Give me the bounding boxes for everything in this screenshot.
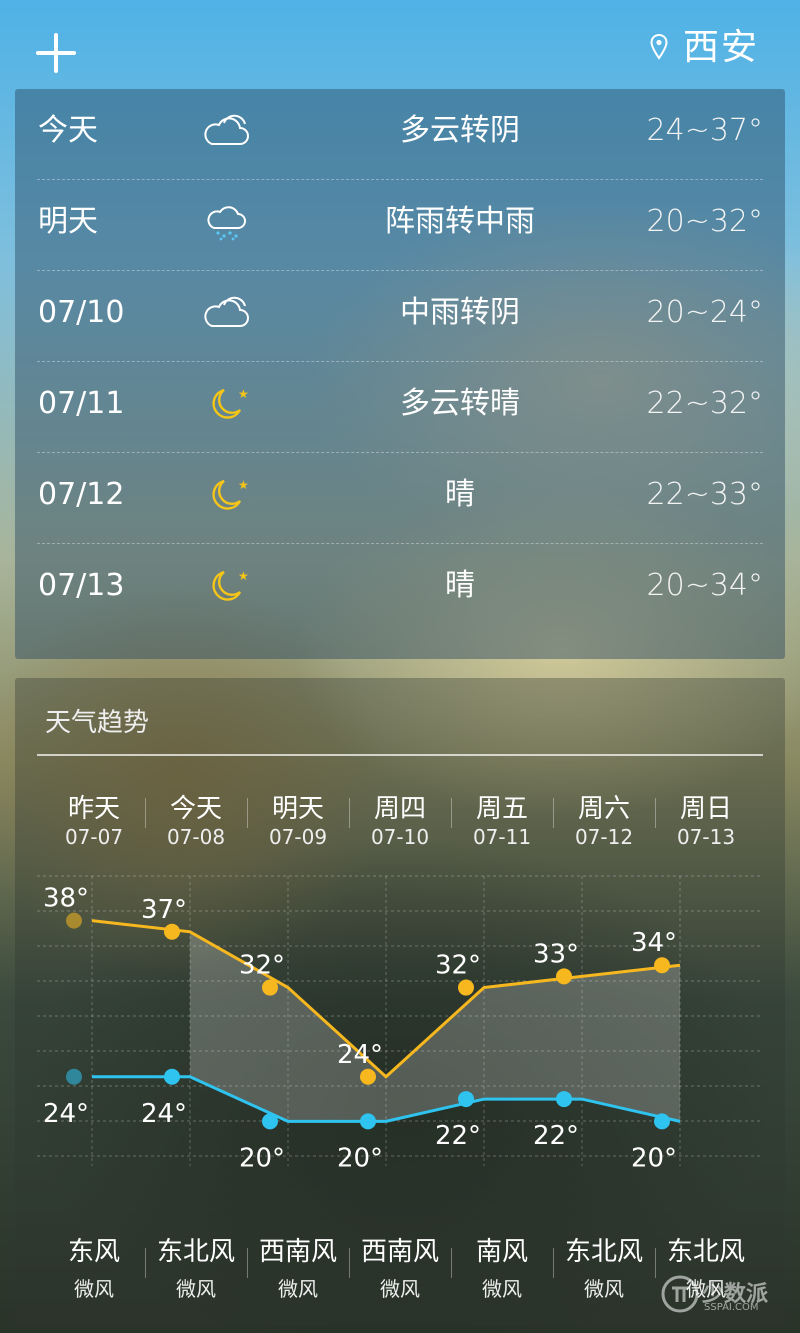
sspai-logo-icon [661, 1275, 699, 1313]
high-point [66, 912, 82, 929]
forecast-row[interactable]: 07/12 ★ 晴 22~33° [15, 453, 785, 544]
wind-direction: 东北风 [156, 1237, 235, 1267]
column-divider [553, 1248, 554, 1278]
svg-text:★: ★ [238, 387, 249, 401]
forecast-day: 07/13 [38, 568, 125, 603]
watermark-logo: 少数派 SSPAI.COM [660, 1274, 790, 1318]
low-temp-label: 20° [337, 1143, 383, 1173]
low-point [458, 1091, 474, 1108]
high-temp-label: 34° [631, 928, 677, 958]
moon-icon: ★ [212, 387, 249, 419]
high-point [360, 1068, 376, 1085]
wind-direction: 东北风 [564, 1237, 643, 1267]
column-divider [349, 1248, 350, 1278]
wind-level: 微风 [278, 1277, 318, 1301]
forecast-day: 07/11 [38, 386, 125, 421]
wind-level: 微风 [380, 1277, 420, 1301]
forecast-day: 今天 [38, 113, 98, 148]
low-point [66, 1068, 82, 1085]
forecast-row[interactable]: 今天 多云转阴 24~37° [15, 89, 785, 180]
low-point [556, 1091, 572, 1108]
low-point [262, 1113, 278, 1130]
wind-level: 微风 [482, 1277, 522, 1301]
forecast-temp: 24~37° [646, 113, 763, 148]
cloudy-icon [204, 296, 249, 327]
plus-icon[interactable] [36, 33, 76, 73]
forecast-row[interactable]: 07/11 ★ 多云转晴 22~32° [15, 362, 785, 453]
location-pin-icon [650, 34, 668, 60]
column-divider [247, 1248, 248, 1278]
low-point [164, 1068, 180, 1085]
forecast-desc: 晴 [445, 477, 475, 512]
low-temp-label: 22° [435, 1121, 481, 1151]
wind-direction: 南风 [475, 1237, 528, 1267]
forecast-day: 07/10 [38, 295, 125, 330]
column-divider [655, 1248, 656, 1278]
wind-direction: 东北风 [666, 1237, 745, 1267]
wind-direction: 西南风 [258, 1237, 337, 1267]
svg-text:★: ★ [238, 569, 249, 583]
forecast-row[interactable]: 07/13 ★ 晴 20~34° [15, 544, 785, 635]
forecast-desc: 中雨转阴 [400, 295, 520, 330]
low-point [360, 1113, 376, 1130]
forecast-temp: 20~32° [646, 204, 763, 239]
high-temp-label: 33° [533, 939, 579, 969]
forecast-temp: 20~24° [646, 295, 763, 330]
top-bar: 西安 [0, 0, 800, 90]
wind-direction: 西南风 [360, 1237, 439, 1267]
high-temp-label: 24° [337, 1040, 383, 1070]
moon-icon: ★ [212, 478, 249, 510]
low-temp-label: 20° [239, 1143, 285, 1173]
wind-level: 微风 [176, 1277, 216, 1301]
wind-direction: 东风 [67, 1237, 120, 1267]
high-point [262, 979, 278, 996]
forecast-desc: 多云转阴 [400, 113, 520, 148]
rain-icon [207, 206, 246, 241]
forecast-day: 07/12 [38, 477, 125, 512]
high-point [556, 968, 572, 985]
high-temp-label: 38° [43, 884, 89, 914]
forecast-temp: 22~33° [646, 477, 763, 512]
high-temp-label: 32° [239, 951, 285, 981]
temperature-trend-chart: 38° 37° 32° 24° 32° 33° 34° 24° 24° 20° 20° 22° 22° 2… [37, 875, 763, 1173]
forecast-row[interactable]: 明天 阵雨转中雨 20~32° [15, 180, 785, 271]
high-temp-label: 32° [435, 951, 481, 981]
low-temp-label: 24° [141, 1099, 187, 1129]
column-divider [145, 1248, 146, 1278]
forecast-desc: 晴 [445, 568, 475, 603]
trend-panel: 天气趋势 昨天 今天 明天 周四 周五 周六 周日 07-07 07-08 07… [15, 678, 785, 1326]
cloudy-icon [204, 114, 249, 145]
forecast-list: 今天 多云转阴 24~37° 明天 阵雨转中雨 20~32° 07/10 中雨转… [15, 89, 785, 659]
city-name[interactable]: 西安 [683, 26, 759, 70]
high-point [458, 979, 474, 996]
forecast-desc: 多云转晴 [400, 386, 520, 421]
forecast-day: 明天 [38, 204, 98, 239]
low-temp-label: 24° [43, 1099, 89, 1129]
wind-level: 微风 [74, 1277, 114, 1301]
low-temp-label: 22° [533, 1121, 579, 1151]
forecast-row[interactable]: 07/10 中雨转阴 20~24° [15, 271, 785, 362]
column-divider [451, 1248, 452, 1278]
forecast-desc: 阵雨转中雨 [385, 204, 535, 239]
forecast-temp: 20~34° [646, 568, 763, 603]
low-point [654, 1113, 670, 1130]
svg-text:★: ★ [238, 478, 249, 492]
moon-icon: ★ [212, 569, 249, 601]
high-point [164, 923, 180, 940]
forecast-temp: 22~32° [646, 386, 763, 421]
low-temp-label: 20° [631, 1143, 677, 1173]
wind-level: 微风 [584, 1277, 624, 1301]
watermark-sub: SSPAI.COM [704, 1302, 759, 1313]
high-point [654, 957, 670, 974]
high-temp-label: 37° [141, 895, 187, 925]
